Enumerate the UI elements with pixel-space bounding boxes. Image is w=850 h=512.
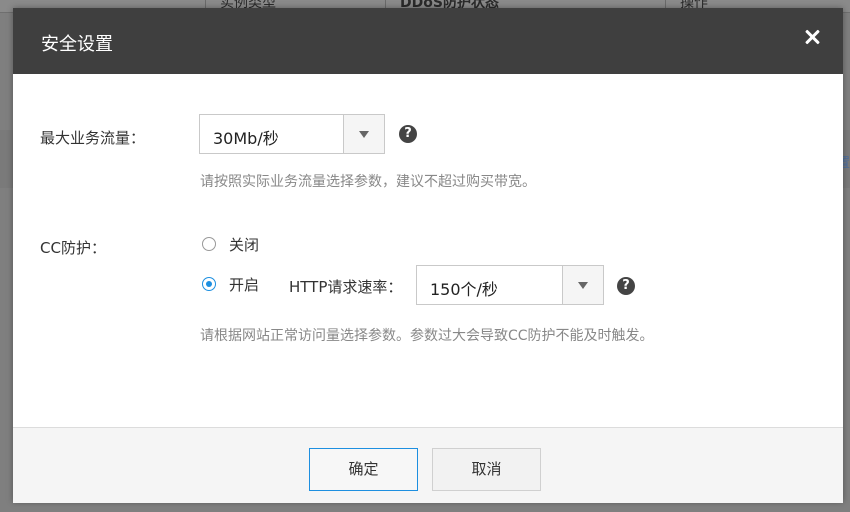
question-circle-icon[interactable]: ? [399, 125, 417, 143]
max-traffic-selected-value: 30Mb/秒 [213, 129, 279, 148]
max-traffic-label: 最大业务流量： [40, 129, 146, 147]
cc-off-label: 关闭 [229, 236, 260, 254]
max-traffic-hint: 请按照实际业务流量选择参数，建议不超过购买带宽。 [200, 174, 536, 190]
radio-button-checked[interactable] [202, 277, 216, 291]
max-traffic-select[interactable]: 30Mb/秒 [199, 114, 385, 154]
close-icon[interactable] [801, 26, 823, 48]
cc-protection-label: CC防护： [40, 239, 106, 257]
radio-button-unchecked[interactable] [202, 237, 216, 251]
dialog-footer: 确定 取消 [13, 427, 843, 503]
http-rate-select[interactable]: 150个/秒 [416, 265, 604, 305]
cancel-button[interactable]: 取消 [432, 448, 541, 491]
question-circle-icon[interactable]: ? [617, 277, 635, 295]
security-settings-dialog: 安全设置 最大业务流量： 30Mb/秒 ? 请按照实际业务流量选择参数，建议不超… [13, 8, 843, 503]
http-rate-label: HTTP请求速率： [289, 278, 403, 296]
confirm-button[interactable]: 确定 [309, 448, 418, 491]
http-rate-selected-value: 150个/秒 [430, 280, 498, 299]
chevron-down-icon[interactable] [343, 115, 384, 153]
dialog-header: 安全设置 [13, 8, 843, 74]
dialog-title: 安全设置 [41, 34, 113, 55]
dialog-body: 最大业务流量： 30Mb/秒 ? 请按照实际业务流量选择参数，建议不超过购买带宽… [13, 74, 843, 426]
cc-on-label: 开启 [229, 276, 260, 294]
chevron-down-icon[interactable] [562, 266, 603, 304]
cc-protection-hint: 请根据网站正常访问量选择参数。参数过大会导致CC防护不能及时触发。 [200, 328, 654, 344]
